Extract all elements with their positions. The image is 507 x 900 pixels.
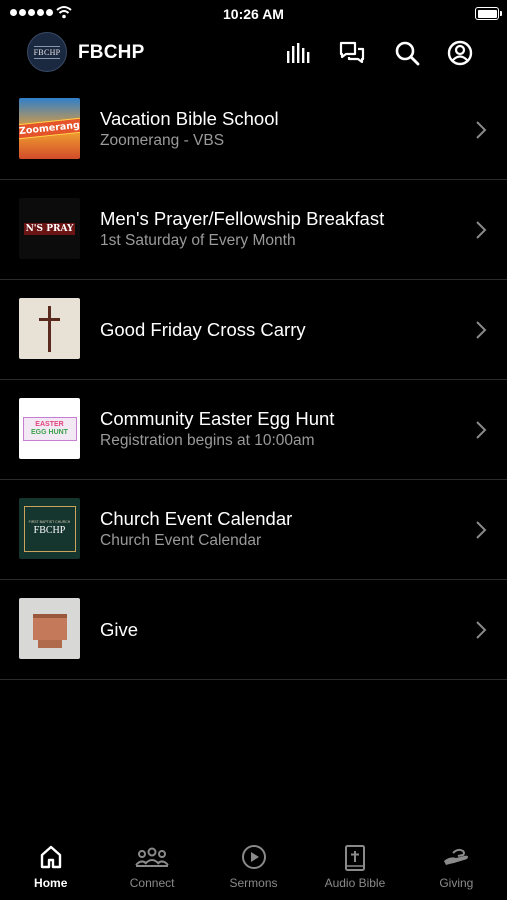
- tab-label: Sermons: [229, 876, 278, 890]
- equalizer-icon[interactable]: [284, 38, 314, 68]
- chevron-right-icon: [476, 321, 487, 339]
- egg-hunt-thumbnail: EASTER EGG HUNT: [19, 398, 80, 459]
- item-title: Give: [100, 619, 139, 640]
- list-item-vacation-bible-school[interactable]: Zoomerang Vacation Bible School Zoomeran…: [0, 80, 507, 180]
- status-bar: 10:26 AM: [0, 0, 507, 28]
- cross-thumbnail: [19, 298, 80, 359]
- list-item-church-event-calendar[interactable]: FIRST BAPTIST CHURCH FBCHP Church Event …: [0, 480, 507, 580]
- item-title: Men's Prayer/Fellowship Breakfast: [100, 208, 385, 229]
- tab-label: Home: [34, 876, 68, 890]
- chevron-right-icon: [476, 221, 487, 239]
- item-title: Community Easter Egg Hunt: [100, 408, 335, 429]
- bible-icon: [344, 845, 365, 871]
- app-title: FBCHP: [78, 42, 145, 63]
- play-icon: [241, 845, 266, 869]
- account-icon[interactable]: [445, 38, 475, 68]
- item-subtitle: Registration begins at 10:00am: [100, 432, 315, 449]
- search-icon[interactable]: [392, 38, 422, 68]
- vbs-thumbnail: Zoomerang: [19, 98, 80, 159]
- content-list: Zoomerang Vacation Bible School Zoomeran…: [0, 80, 507, 680]
- tab-audio-bible[interactable]: Audio Bible: [304, 838, 405, 900]
- tab-home[interactable]: Home: [0, 838, 101, 900]
- chevron-right-icon: [476, 121, 487, 139]
- list-item-mens-prayer-breakfast[interactable]: N'S PRAY Men's Prayer/Fellowship Breakfa…: [0, 180, 507, 280]
- give-thumbnail: [19, 598, 80, 659]
- tab-connect[interactable]: Connect: [101, 838, 202, 900]
- tab-sermons[interactable]: Sermons: [203, 838, 304, 900]
- tab-label: Connect: [129, 876, 175, 890]
- vbs-thumbnail-text: Zoomerang: [19, 117, 80, 140]
- tab-label: Audio Bible: [324, 876, 386, 890]
- item-subtitle: Zoomerang - VBS: [100, 132, 225, 149]
- status-time: 10:26 AM: [223, 6, 284, 22]
- tab-label: Giving: [439, 876, 474, 890]
- egg-thumbnail-text-2: EGG HUNT: [31, 428, 68, 436]
- tab-giving[interactable]: Giving: [406, 838, 507, 900]
- prayer-thumbnail-text: N'S PRAY: [23, 222, 76, 235]
- tab-bar: Home Connect Sermons Audio Bible Giving: [0, 838, 507, 900]
- chat-icon[interactable]: [337, 38, 367, 68]
- logo-text: FBCHP: [33, 45, 61, 59]
- list-item-good-friday-cross-carry[interactable]: Good Friday Cross Carry: [0, 280, 507, 380]
- giving-hand-icon: [444, 848, 469, 865]
- chevron-right-icon: [476, 421, 487, 439]
- calendar-thumbnail-text-2: FBCHP: [33, 525, 66, 536]
- item-title: Good Friday Cross Carry: [100, 319, 306, 340]
- battery-icon: [475, 7, 502, 20]
- list-item-give[interactable]: Give: [0, 580, 507, 680]
- list-item-easter-egg-hunt[interactable]: EASTER EGG HUNT Community Easter Egg Hun…: [0, 380, 507, 480]
- calendar-thumbnail: FIRST BAPTIST CHURCH FBCHP: [19, 498, 80, 559]
- church-logo[interactable]: FBCHP: [27, 32, 67, 72]
- people-icon: [135, 847, 169, 867]
- item-title: Church Event Calendar: [100, 508, 293, 529]
- chevron-right-icon: [476, 521, 487, 539]
- home-icon: [40, 845, 61, 869]
- app-header: FBCHP FBCHP: [0, 28, 507, 80]
- chevron-right-icon: [476, 621, 487, 639]
- prayer-breakfast-thumbnail: N'S PRAY: [19, 198, 80, 259]
- item-subtitle: Church Event Calendar: [100, 532, 262, 549]
- item-title: Vacation Bible School: [100, 108, 279, 129]
- egg-thumbnail-text-1: EASTER: [35, 420, 64, 428]
- item-subtitle: 1st Saturday of Every Month: [100, 232, 296, 249]
